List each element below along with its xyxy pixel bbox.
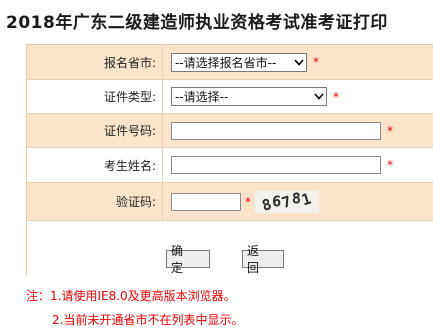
captcha-image[interactable]: 86781 xyxy=(255,189,319,215)
name-required-mark: * xyxy=(387,158,393,172)
name-field-cell: * xyxy=(164,148,433,182)
form-row-province: 报名省市: --请选择报名省市-- * xyxy=(27,45,433,80)
id-number-input[interactable] xyxy=(171,121,381,140)
id-type-select-value: --请选择-- xyxy=(175,90,229,104)
form-row-name: 考生姓名: * xyxy=(27,148,433,183)
province-select[interactable]: --请选择报名省市-- xyxy=(171,52,307,72)
form-row-captcha: 验证码: * 86781 xyxy=(27,183,433,221)
province-field-cell: --请选择报名省市-- * xyxy=(164,45,433,79)
captcha-required-mark: * xyxy=(245,194,251,209)
province-required-mark: * xyxy=(313,55,319,69)
print-form: 报名省市: --请选择报名省市-- * 证件类型: --请选择-- * 证件号码… xyxy=(26,44,433,277)
confirm-button[interactable]: 确 定 xyxy=(166,244,210,275)
id-number-required-mark: * xyxy=(387,123,393,138)
page: 2018年广东二级建造师执业资格考试准考证打印 报名省市: --请选择报名省市-… xyxy=(0,0,433,335)
id-number-field-cell: * xyxy=(164,114,433,147)
captcha-field-cell: * 86781 xyxy=(164,183,433,220)
form-row-buttons: 确 定 返 回 xyxy=(27,221,433,277)
province-select-value: --请选择报名省市-- xyxy=(175,55,277,70)
form-row-id-type: 证件类型: --请选择-- * xyxy=(27,80,433,114)
form-row-id-number: 证件号码: * xyxy=(27,114,433,148)
chevron-down-icon xyxy=(311,88,326,105)
id-type-required-mark: * xyxy=(333,89,339,104)
id-type-select[interactable]: --请选择-- xyxy=(171,87,327,106)
province-label: 报名省市: xyxy=(27,45,163,79)
name-label: 考生姓名: xyxy=(27,148,163,182)
captcha-text: 86781 xyxy=(260,189,315,215)
captcha-input[interactable] xyxy=(171,192,241,211)
back-button[interactable]: 返 回 xyxy=(242,244,284,275)
id-number-label: 证件号码: xyxy=(27,114,163,147)
name-input[interactable] xyxy=(171,156,381,174)
note-line-2: 2.当前未开通省市不在列表中显示。 xyxy=(52,313,244,327)
captcha-label: 验证码: xyxy=(27,183,163,220)
note-line-1: 注：1.请使用IE8.0及更高版本浏览器。 xyxy=(26,289,236,303)
page-title: 2018年广东二级建造师执业资格考试准考证打印 xyxy=(6,13,388,33)
chevron-down-icon xyxy=(291,54,306,71)
id-type-field-cell: --请选择-- * xyxy=(164,80,433,113)
id-type-label: 证件类型: xyxy=(27,80,163,113)
